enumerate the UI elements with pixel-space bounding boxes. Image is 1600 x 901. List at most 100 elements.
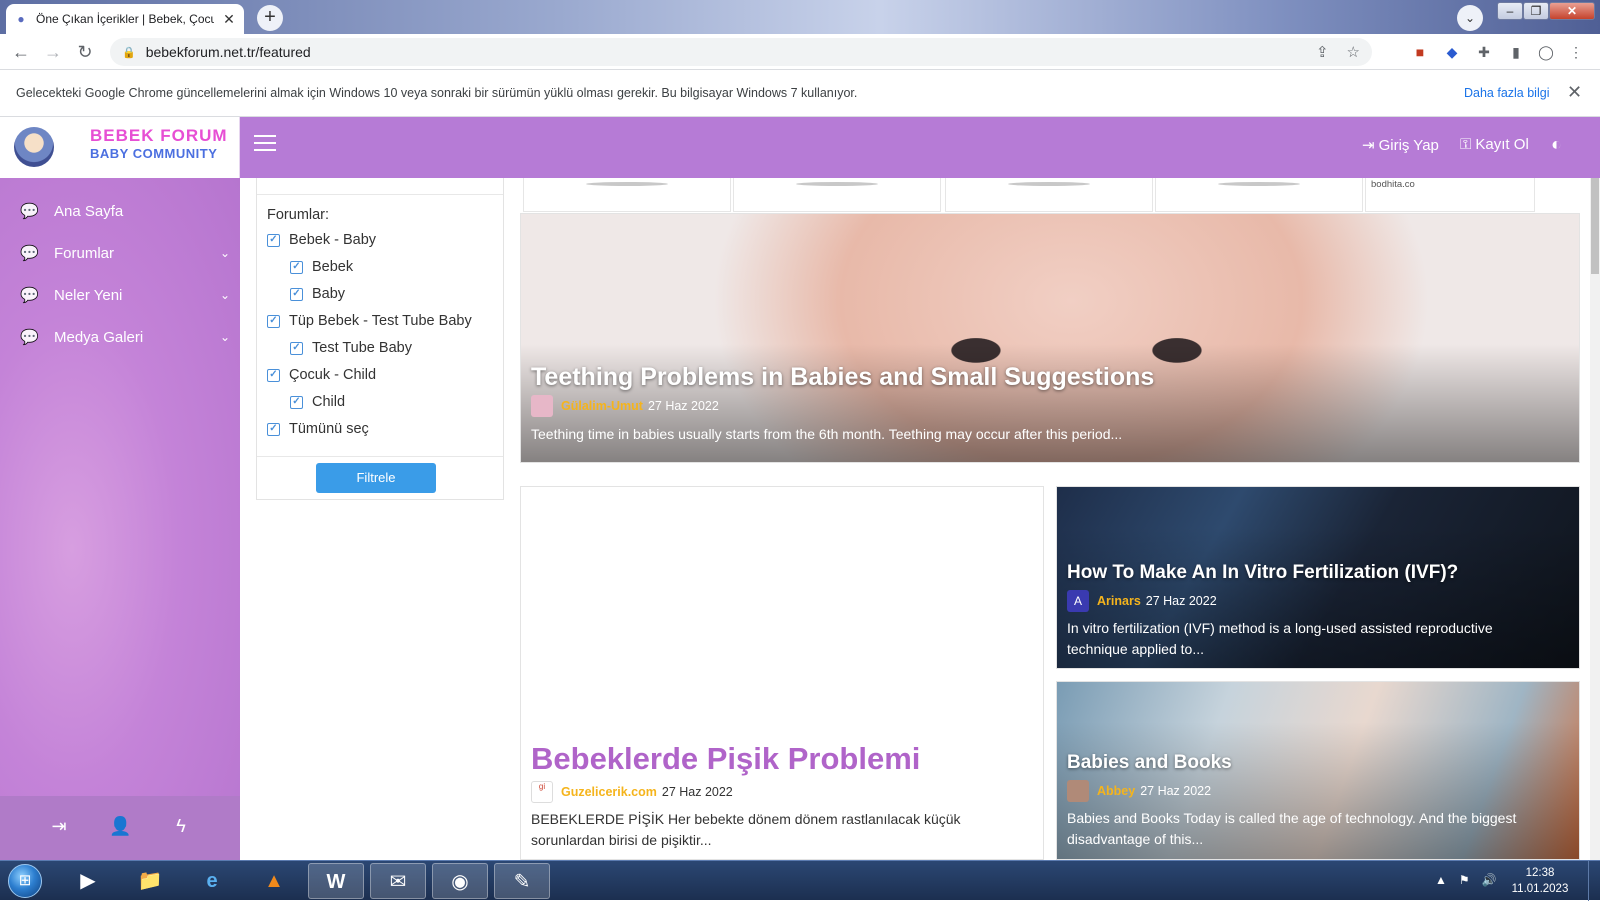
- card-date: 27 Haz 2022: [1145, 594, 1217, 608]
- filter-option-label: Bebek - Baby: [289, 232, 377, 248]
- chevron-down-icon[interactable]: ⌄: [210, 330, 240, 344]
- system-tray: ▲ ⚑ 🔊: [1435, 873, 1497, 887]
- close-tab-icon[interactable]: ✕: [222, 11, 236, 28]
- card-author[interactable]: Arinars: [1097, 594, 1141, 608]
- chrome-menu-icon[interactable]: ⋮: [1566, 42, 1586, 62]
- chevron-down-icon[interactable]: ⌄: [210, 288, 240, 302]
- checkbox-checked-icon[interactable]: ✓: [267, 233, 280, 247]
- show-desktop-button[interactable]: [1588, 861, 1600, 901]
- checkbox-checked-icon[interactable]: ✓: [267, 314, 280, 328]
- share-icon[interactable]: ⇪: [1316, 43, 1329, 61]
- card-author[interactable]: Guzelicerik.com: [561, 785, 657, 799]
- media-player-app-icon[interactable]: ▶: [60, 863, 116, 899]
- profile-avatar-icon[interactable]: ◯: [1536, 42, 1556, 62]
- window-minimize-button[interactable]: –: [1497, 2, 1523, 20]
- browser-tab-active[interactable]: ● Öne Çıkan İçerikler | Bebek, Çocu ✕: [6, 4, 244, 34]
- checkbox-checked-icon[interactable]: ✓: [290, 341, 303, 355]
- featured-card-teething[interactable]: Teething Problems in Babies and Small Su…: [520, 213, 1580, 463]
- tab-search-button[interactable]: ⌄: [1457, 5, 1483, 31]
- author-avatar[interactable]: [1067, 780, 1089, 802]
- featured-card-pisik[interactable]: Bebeklerde Pişik Problemi gi Guzelicerik…: [520, 486, 1044, 860]
- checkbox-checked-icon[interactable]: ✓: [267, 422, 280, 436]
- filter-option[interactable]: ✓ Çocuk - Child: [267, 367, 376, 383]
- login-icon[interactable]: ⇥: [48, 816, 70, 837]
- word-app-icon[interactable]: W: [308, 863, 364, 899]
- sidebar: 💬 Ana Sayfa 💬 Forumlar ⌄ 💬 Neler Yeni ⌄ …: [0, 178, 240, 796]
- mail-app-icon[interactable]: ✉: [370, 863, 426, 899]
- paint-app-icon[interactable]: ✎: [494, 863, 550, 899]
- vlc-app-icon[interactable]: ▲: [246, 863, 302, 899]
- address-bar[interactable]: 🔒 bebekforum.net.tr/featured ⇪ ☆: [110, 38, 1372, 66]
- filter-option-label: Çocuk - Child: [289, 367, 377, 383]
- ad-thumbnail[interactable]: [1155, 178, 1363, 212]
- sidebar-item-whats-new[interactable]: 💬 Neler Yeni ⌄: [0, 274, 240, 316]
- card-excerpt: BEBEKLERDE PİŞİK Her bebekte dönem dönem…: [531, 811, 961, 848]
- filter-option[interactable]: ✓ Bebek: [290, 259, 353, 275]
- start-button[interactable]: ⊞: [8, 864, 42, 898]
- author-avatar[interactable]: A: [1067, 590, 1089, 612]
- author-avatar[interactable]: gi: [531, 781, 553, 803]
- site-logo[interactable]: BEBEK FORUM BABY COMMUNITY: [0, 117, 240, 178]
- window-close-button[interactable]: ✕: [1549, 2, 1595, 20]
- checkbox-checked-icon[interactable]: ✓: [267, 368, 280, 382]
- window-maximize-button[interactable]: ❐: [1523, 2, 1549, 20]
- sidebar-item-forums[interactable]: 💬 Forumlar ⌄: [0, 232, 240, 274]
- card-excerpt: In vitro fertilization (IVF) method is a…: [1067, 620, 1493, 657]
- volume-icon[interactable]: 🔊: [1482, 873, 1497, 887]
- checkbox-checked-icon[interactable]: ✓: [290, 260, 303, 274]
- card-author[interactable]: Gülalim-Umut: [561, 399, 643, 413]
- action-center-flag-icon[interactable]: ⚑: [1459, 873, 1470, 887]
- ad-thumbnail[interactable]: [523, 178, 731, 212]
- extensions-puzzle-icon[interactable]: ✚: [1474, 42, 1494, 62]
- infobar-learn-more-link[interactable]: Daha fazla bilgi: [1464, 86, 1549, 100]
- card-author[interactable]: Abbey: [1097, 784, 1135, 798]
- checkbox-checked-icon[interactable]: ✓: [290, 287, 303, 301]
- card-date: 27 Haz 2022: [647, 399, 719, 413]
- back-arrow-icon[interactable]: ←: [10, 41, 32, 63]
- filter-option[interactable]: ✓ Tüp Bebek - Test Tube Baby: [267, 313, 472, 329]
- side-panel-icon[interactable]: ▮: [1506, 42, 1526, 62]
- featured-card-ivf[interactable]: How To Make An In Vitro Fertilization (I…: [1056, 486, 1580, 669]
- extension-1-icon[interactable]: ■: [1410, 42, 1430, 62]
- filter-option[interactable]: ✓ Test Tube Baby: [290, 340, 412, 356]
- register-link[interactable]: ⚿ Kayıt Ol: [1460, 136, 1529, 153]
- tray-expand-icon[interactable]: ▲: [1435, 873, 1447, 887]
- featured-card-books[interactable]: Babies and Books Abbey 27 Haz 2022 Babie…: [1056, 681, 1580, 860]
- add-user-icon[interactable]: 👤: [109, 816, 131, 837]
- ad-thumbnail[interactable]: [733, 178, 941, 212]
- chrome-app-icon[interactable]: ◉: [432, 863, 488, 899]
- forward-arrow-icon[interactable]: →: [42, 41, 64, 63]
- ad-thumbnail[interactable]: [945, 178, 1153, 212]
- lock-icon[interactable]: 🔒: [122, 46, 136, 59]
- filter-option[interactable]: ✓ Bebek - Baby: [267, 232, 376, 248]
- reload-icon[interactable]: ↻: [74, 41, 96, 63]
- file-explorer-app-icon[interactable]: 📁: [122, 863, 178, 899]
- filter-option[interactable]: ✓ Child: [290, 394, 345, 410]
- card-date: 27 Haz 2022: [661, 785, 733, 799]
- card-title[interactable]: Teething Problems in Babies and Small Su…: [531, 363, 1154, 392]
- scrollbar-thumb[interactable]: [1591, 178, 1599, 274]
- sidebar-item-home[interactable]: 💬 Ana Sayfa: [0, 190, 240, 232]
- filter-option-select-all[interactable]: ✓ Tümünü seç: [267, 421, 369, 437]
- login-link[interactable]: ⇥ Giriş Yap: [1362, 136, 1439, 155]
- page-scrollbar[interactable]: [1590, 178, 1600, 860]
- author-avatar[interactable]: [531, 395, 553, 417]
- extension-2-icon[interactable]: ◆: [1442, 42, 1462, 62]
- card-title[interactable]: How To Make An In Vitro Fertilization (I…: [1067, 562, 1458, 584]
- palette-icon[interactable]: ◐: [1551, 134, 1562, 155]
- checkbox-checked-icon[interactable]: ✓: [290, 395, 303, 409]
- lightning-icon[interactable]: ϟ: [170, 816, 192, 837]
- chevron-down-icon[interactable]: ⌄: [210, 246, 240, 260]
- sidebar-item-media-gallery[interactable]: 💬 Medya Galeri ⌄: [0, 316, 240, 358]
- bookmark-star-icon[interactable]: ☆: [1347, 43, 1360, 61]
- internet-explorer-app-icon[interactable]: e: [184, 863, 240, 899]
- card-title[interactable]: Bebeklerde Pişik Problemi: [531, 741, 920, 777]
- infobar-close-icon[interactable]: ✕: [1567, 82, 1582, 103]
- filter-option[interactable]: ✓ Baby: [290, 286, 345, 302]
- card-title[interactable]: Babies and Books: [1067, 752, 1232, 774]
- new-tab-button[interactable]: +: [257, 5, 283, 31]
- menu-toggle-icon[interactable]: [254, 135, 276, 153]
- filter-option-label: Test Tube Baby: [312, 340, 412, 356]
- filter-button[interactable]: Filtrele: [316, 463, 436, 493]
- taskbar-clock[interactable]: 12:38 11.01.2023: [1505, 865, 1575, 897]
